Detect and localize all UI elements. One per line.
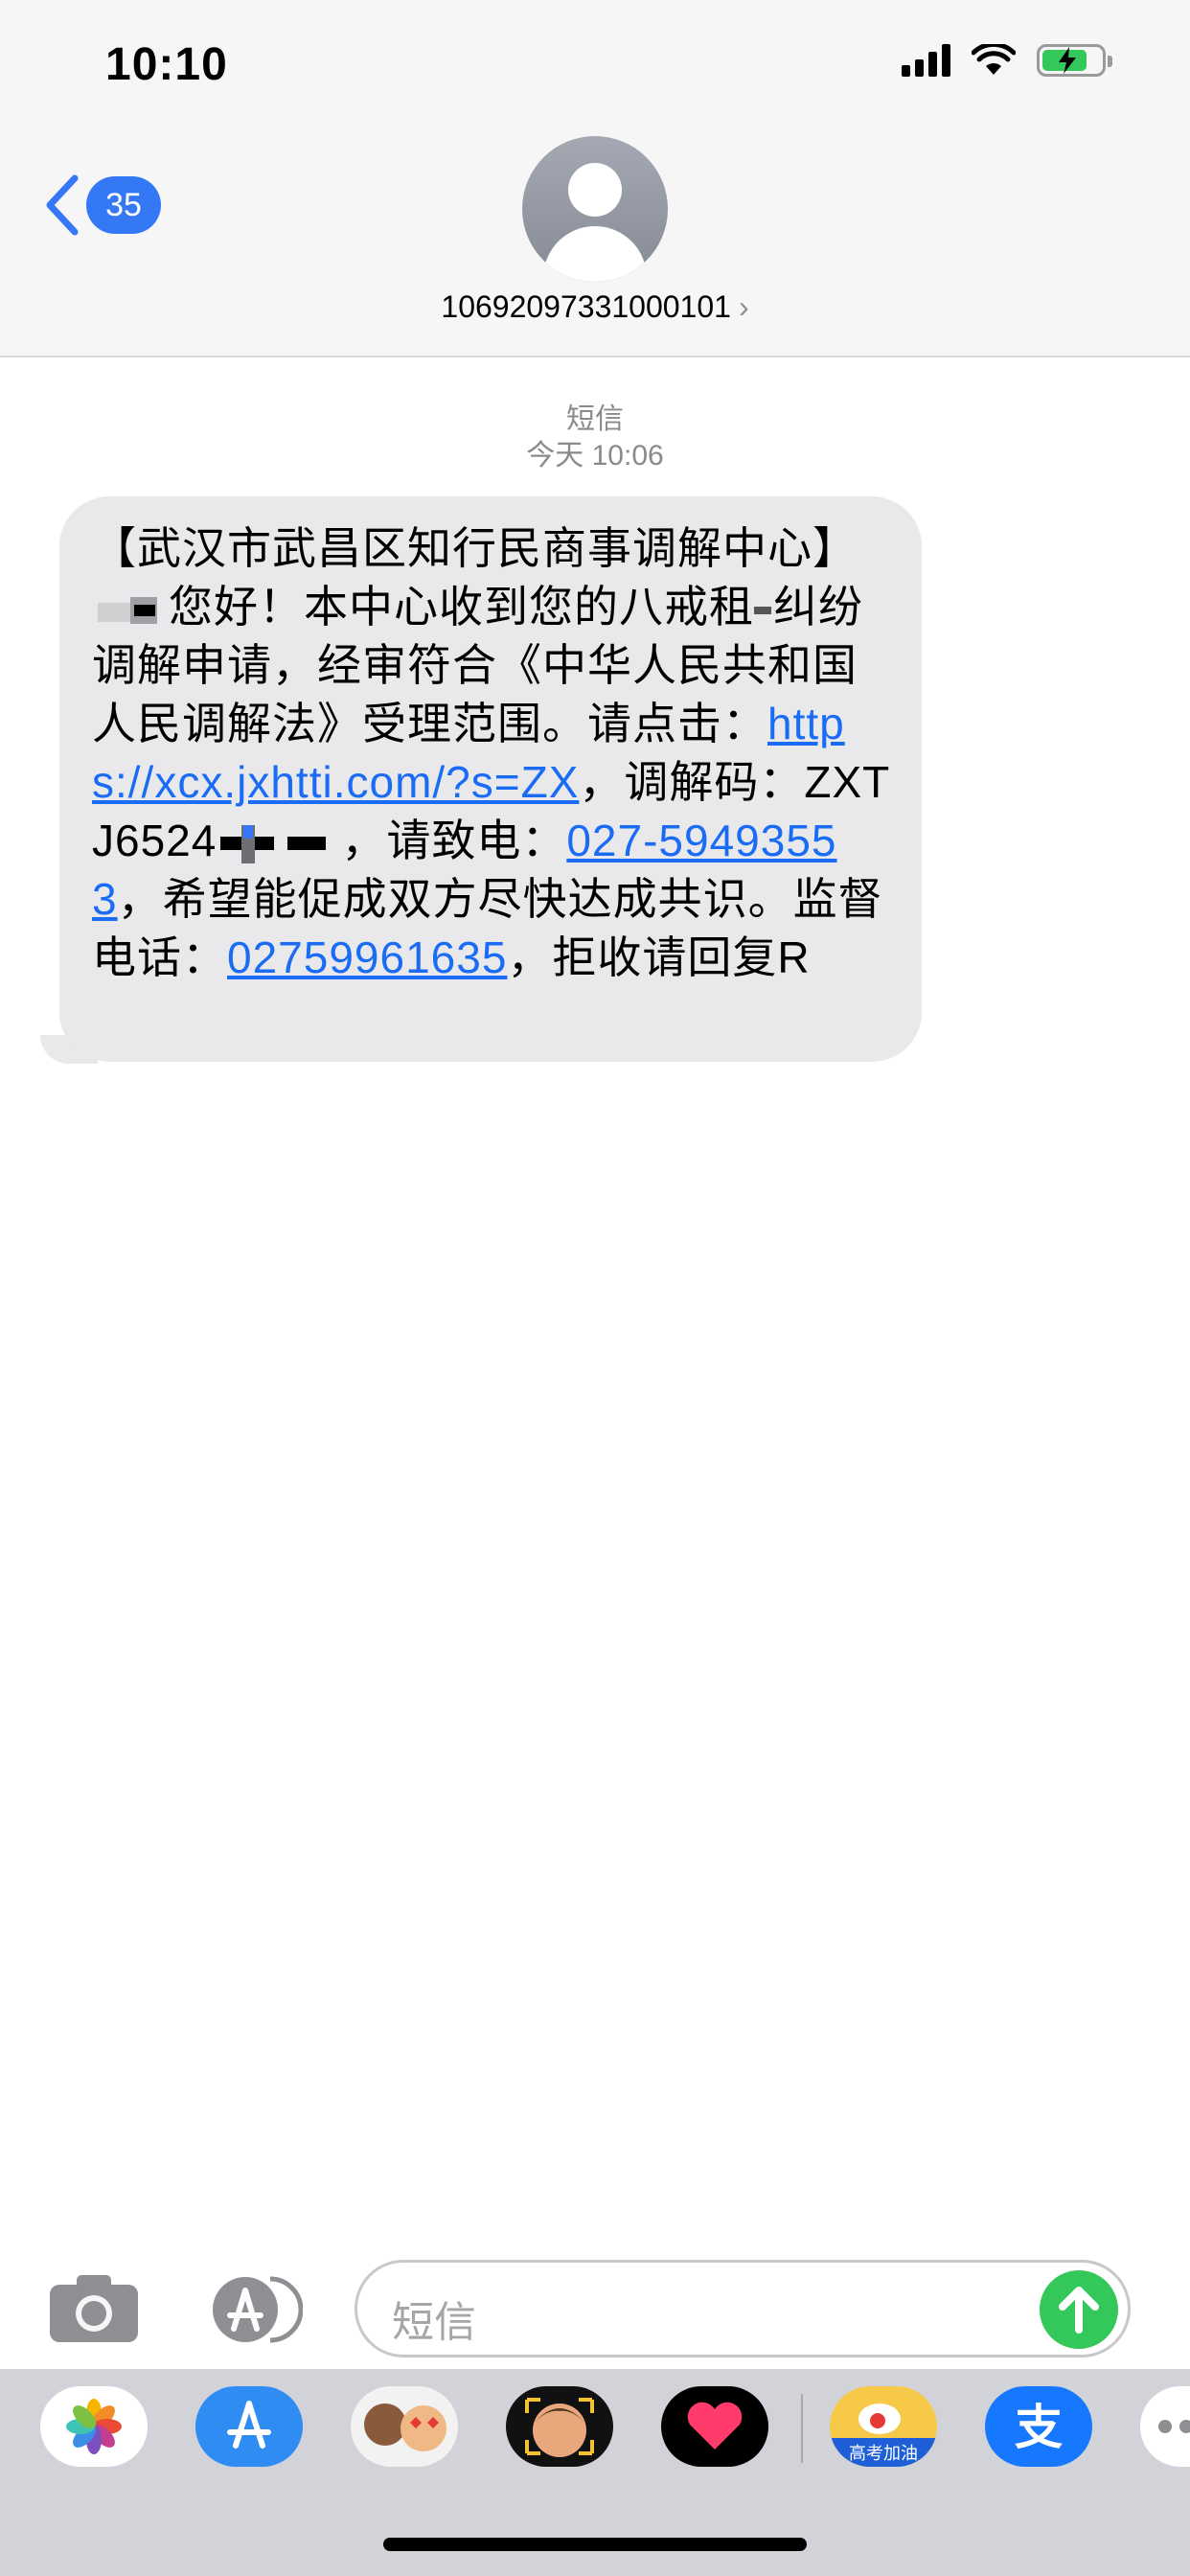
redacted-mark: [754, 591, 773, 630]
alipay-icon[interactable]: 支: [985, 2386, 1092, 2467]
message-bubble[interactable]: 【武汉市武昌区知行民商事调解中心】 您好！本中心收到您的八戒租 纠纷调解申请，经审符…: [59, 496, 922, 1062]
message-text: 【武汉市武昌区知行民商事调解中心】 您好！本中心收到您的八戒租 纠纷调解申请，经审符…: [92, 523, 891, 982]
camera-icon[interactable]: [48, 2273, 140, 2344]
send-button[interactable]: [1040, 2270, 1118, 2349]
message-input[interactable]: 短信: [355, 2260, 1131, 2358]
arrow-up-icon: [1059, 2287, 1099, 2334]
chevron-right-icon: ›: [738, 289, 749, 324]
supervision-phone-link[interactable]: 02759961635: [227, 932, 507, 982]
photos-icon[interactable]: [40, 2386, 148, 2467]
wifi-icon: [972, 44, 1016, 75]
message-timestamp: 今天 10:06: [526, 440, 664, 472]
digital-touch-icon[interactable]: [661, 2386, 768, 2467]
message-placeholder: 短信: [392, 2299, 476, 2346]
person-icon: [568, 163, 622, 217]
home-indicator[interactable]: [383, 2538, 807, 2551]
battery-icon: [1037, 44, 1112, 77]
redacted-mark: [92, 591, 169, 630]
status-icons: [902, 44, 1112, 77]
app-store-icon[interactable]: [195, 2386, 303, 2467]
memoji-icon[interactable]: [506, 2386, 613, 2467]
conversation-header: 10:10 35 10692097331000101 ›: [0, 0, 1190, 357]
back-button[interactable]: 35: [44, 174, 161, 236]
unread-count-badge: 35: [86, 176, 161, 234]
contact-number: 10692097331000101: [441, 289, 731, 324]
memoji-stickers-icon[interactable]: [351, 2386, 458, 2467]
app-store-drawer-icon[interactable]: [201, 2275, 303, 2344]
chevron-left-icon: [46, 174, 79, 236]
drawer-divider: [801, 2394, 803, 2463]
cellular-signal-icon: [902, 44, 950, 77]
contact-avatar[interactable]: [522, 136, 668, 282]
alipay-glyph: 支: [1015, 2400, 1063, 2455]
redacted-mark: [217, 824, 341, 863]
status-time: 10:10: [105, 39, 228, 90]
weibo-icon[interactable]: 高考加油: [830, 2386, 937, 2467]
contact-name-button[interactable]: 10692097331000101 ›: [0, 289, 1190, 325]
more-icon[interactable]: [1140, 2386, 1190, 2467]
weibo-caption: 高考加油: [849, 2444, 918, 2464]
